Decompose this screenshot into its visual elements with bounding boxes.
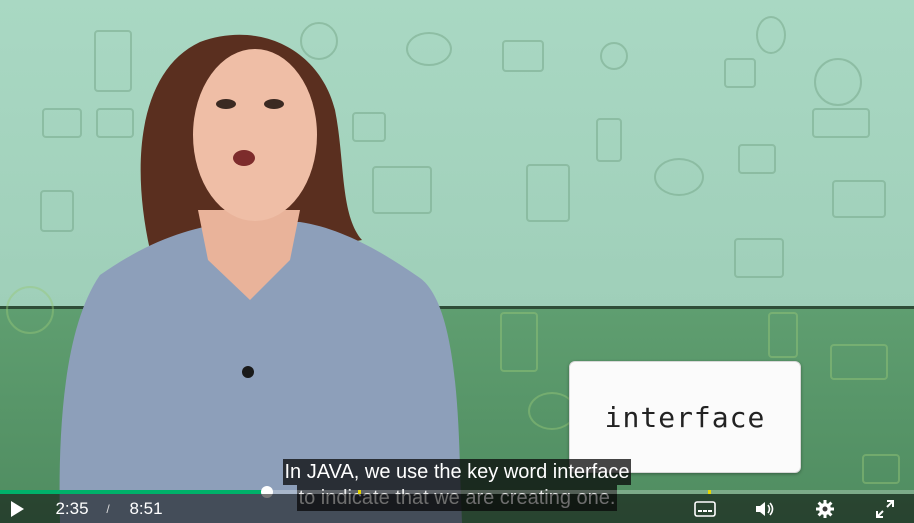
captions-button[interactable]: [690, 494, 720, 523]
volume-button[interactable]: [750, 494, 780, 523]
captions-icon: [694, 500, 716, 517]
card-keyword-text: interface: [604, 400, 766, 434]
play-button[interactable]: [4, 494, 30, 523]
settings-button[interactable]: [810, 494, 840, 523]
fullscreen-icon: [876, 499, 894, 518]
duration-time: 8:51: [129, 498, 163, 518]
fullscreen-button[interactable]: [870, 494, 900, 523]
current-time: 2:35: [55, 498, 89, 518]
play-icon: [11, 500, 24, 517]
control-bar: 2:35 / 8:51: [0, 494, 914, 523]
video-player[interactable]: interface In JAVA, we use the key word i…: [0, 0, 914, 523]
caption-line-1: In JAVA, we use the key word interface: [282, 459, 632, 485]
time-separator: /: [106, 501, 110, 516]
volume-icon: [756, 501, 774, 516]
interface-keyword-card: interface: [569, 361, 801, 473]
settings-gear-icon: [816, 499, 834, 518]
